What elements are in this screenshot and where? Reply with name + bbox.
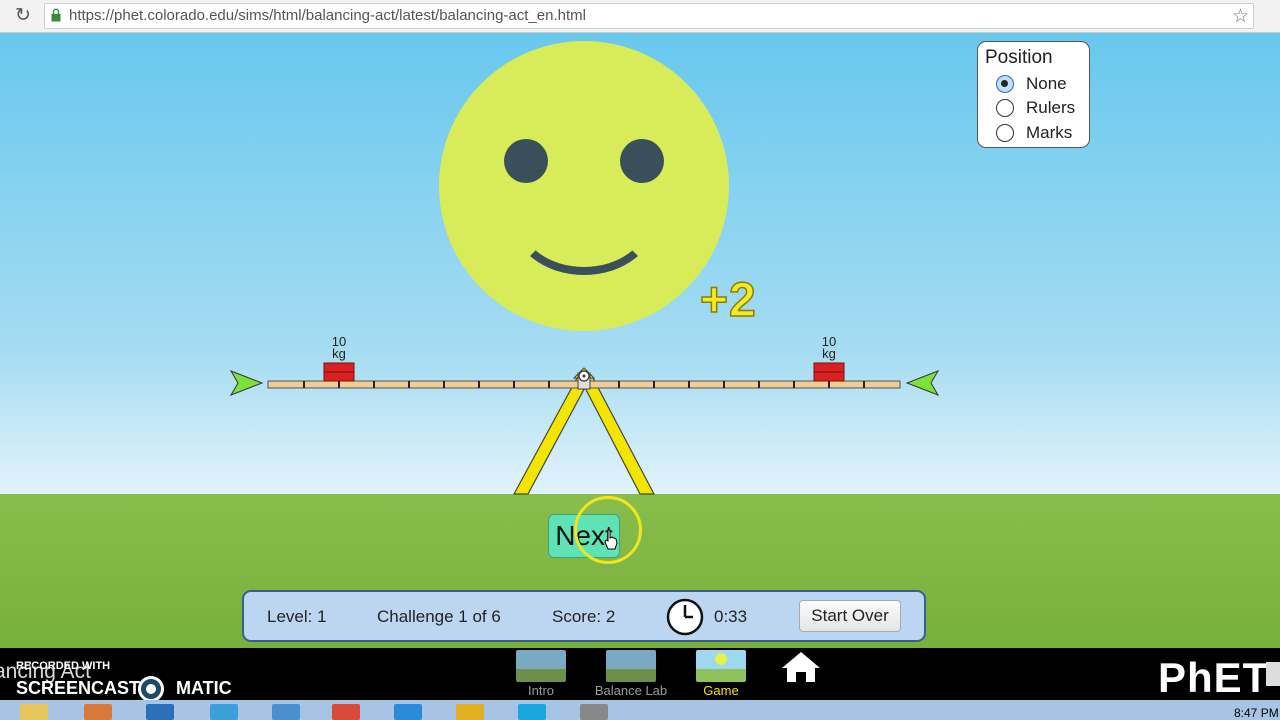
challenge-label: Challenge 1 of 6 [377, 607, 501, 626]
reload-icon[interactable]: ↻ [12, 5, 34, 27]
radio-button-marks[interactable] [996, 124, 1014, 142]
chrome-icon[interactable] [332, 704, 360, 720]
taskbar-app-icon[interactable] [456, 704, 484, 720]
score-label: Score: 2 [552, 607, 616, 626]
radio-button-rulers[interactable] [996, 99, 1014, 117]
timer-value: 0:33 [714, 607, 748, 626]
radio-label-rulers: Rulers [1026, 98, 1076, 117]
tab-intro-label: Intro [527, 683, 554, 698]
radio-label-marks: Marks [1026, 123, 1073, 142]
phet-logo[interactable]: PhET [1158, 654, 1269, 702]
simulation-area: +2 10 kg 10 kg Position None Rulers Mark… [0, 33, 1280, 648]
watermark-recorded-with: RECORDED WITH [16, 660, 111, 672]
lock-icon [51, 8, 61, 22]
start-over-button[interactable]: Start Over [799, 600, 901, 632]
taskbar-app-icon[interactable] [580, 704, 608, 720]
tab-balance-lab[interactable]: Balance Lab [594, 650, 668, 698]
tab-balance-lab-label: Balance Lab [594, 683, 668, 698]
internet-explorer-icon[interactable] [394, 704, 422, 720]
watermark-brand-right: MATIC [176, 678, 232, 698]
intro-thumbnail-icon [516, 650, 566, 682]
timer-clock-icon [666, 598, 704, 636]
screencast-logo-icon [138, 676, 164, 702]
taskbar-app-icon[interactable] [210, 704, 238, 720]
right-mass-unit: kg [822, 346, 836, 361]
position-panel-title: Position [985, 47, 1053, 68]
options-menu-icon[interactable] [1266, 662, 1280, 686]
left-level-arrow-icon [229, 370, 264, 396]
balance-lab-thumbnail-icon [606, 650, 656, 682]
system-clock: 8:47 PM [1234, 706, 1279, 720]
watermark-brand-left: SCREENCAST [16, 678, 141, 698]
skype-icon[interactable] [518, 704, 546, 720]
taskbar-wifi-icon[interactable] [272, 704, 300, 720]
right-support-leg [579, 377, 655, 495]
radio-button-none[interactable] [996, 75, 1014, 93]
url-field[interactable]: https://phet.colorado.edu/sims/html/bala… [44, 3, 1254, 29]
right-level-arrow-icon [905, 370, 940, 396]
tab-intro[interactable]: Intro [504, 650, 578, 698]
os-taskbar: 8:47 PM [0, 700, 1280, 720]
position-panel: Position None Rulers Marks [977, 41, 1090, 148]
left-mass-unit: kg [332, 346, 346, 361]
level-label: Level: 1 [267, 607, 327, 626]
browser-address-bar: ↻ https://phet.colorado.edu/sims/html/ba… [0, 0, 1280, 33]
left-support-leg [512, 377, 592, 495]
right-mass [813, 362, 845, 382]
hand-cursor-icon [604, 529, 618, 550]
tab-game[interactable]: Game [684, 650, 758, 698]
url-text: https://phet.colorado.edu/sims/html/bala… [69, 7, 586, 24]
taskbar-app-icon[interactable] [146, 704, 174, 720]
home-icon[interactable] [780, 650, 822, 684]
taskbar-app-icon[interactable] [84, 704, 112, 720]
game-thumbnail-icon [696, 650, 746, 682]
tab-game-label: Game [703, 683, 739, 698]
start-folder-icon[interactable] [20, 704, 48, 720]
phet-navbar: ancing Act RECORDED WITH SCREENCAST MATI… [0, 648, 1280, 702]
left-mass [323, 362, 355, 382]
game-status-bar: Level: 1 Challenge 1 of 6 Score: 2 0:33 … [242, 590, 926, 642]
bookmark-star-icon[interactable]: ☆ [1232, 5, 1249, 28]
radio-label-none: None [1026, 74, 1067, 93]
